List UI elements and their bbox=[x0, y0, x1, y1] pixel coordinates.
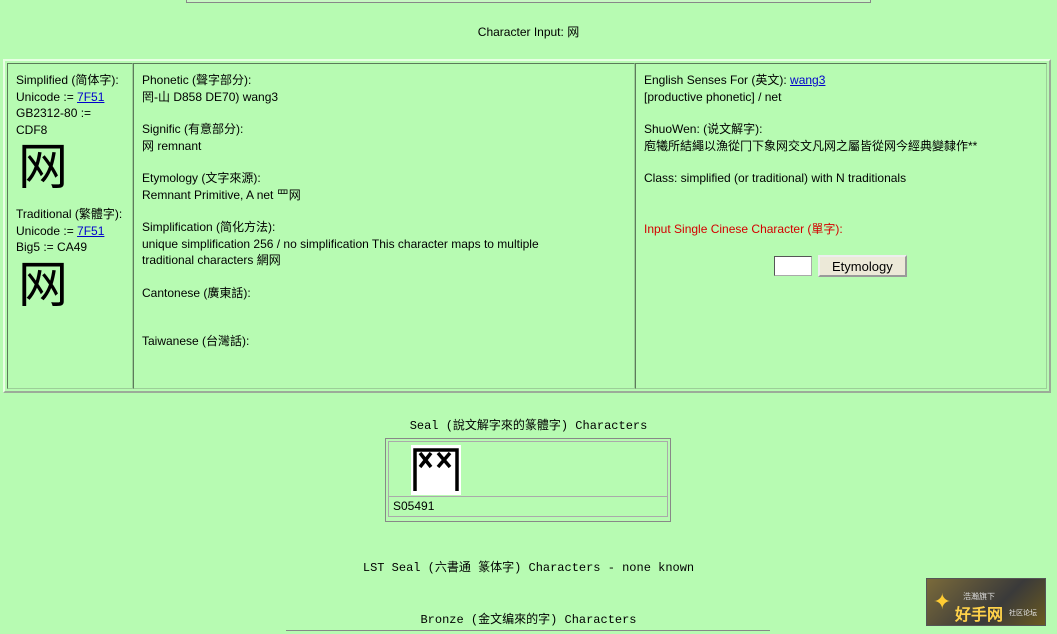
etymology-section: Etymology (文字來源): Remnant Primitive, A n… bbox=[142, 170, 626, 203]
seal-glyph-icon bbox=[413, 448, 459, 491]
character-input-label: Character Input: bbox=[477, 25, 568, 39]
seal-id: S05491 bbox=[388, 497, 668, 517]
site-watermark-logo: ✦ 浩瀚旗下 好手网 社区论坛 bbox=[926, 578, 1046, 626]
simplified-unicode-label: Unicode := bbox=[16, 89, 78, 104]
phonetic-section: Phonetic (聲字部分): 罔-山 D858 DE70) wang3 bbox=[142, 72, 626, 105]
english-pinyin-link[interactable]: wang3 bbox=[790, 73, 825, 87]
simplified-character-glyph: 网 bbox=[18, 138, 68, 196]
input-prompt: Input Single Cinese Character (單字): bbox=[644, 221, 843, 236]
simplification-value: unique simplification 256 / no simplific… bbox=[142, 236, 539, 268]
character-input-field[interactable] bbox=[774, 256, 812, 276]
bronze-table-top bbox=[286, 630, 770, 634]
taiwanese-section: Taiwanese (台灣話): bbox=[142, 333, 626, 350]
bronze-characters-title: Bronze (金文编來的字) Characters bbox=[420, 613, 637, 627]
etymology-form: Etymology bbox=[644, 255, 1038, 277]
etymology-label: Etymology (文字來源): bbox=[142, 171, 261, 185]
character-codes-cell: Simplified (简体字): Unicode := 7F51 GB2312… bbox=[7, 63, 133, 389]
signific-section: Signific (有意部分): 网 remnant bbox=[142, 121, 626, 154]
cantonese-label: Cantonese (廣東話): bbox=[142, 285, 251, 300]
shuowen-value: 庖犧所結繩以漁從冂下象网交文凡网之屬皆從网今經典變隸作** bbox=[644, 138, 978, 153]
taiwanese-label: Taiwanese (台灣話): bbox=[142, 334, 250, 348]
simplified-label: Simplified (简体字): bbox=[16, 73, 119, 87]
simplified-unicode: Unicode := 7F51 bbox=[16, 89, 124, 106]
traditional-unicode: Unicode := 7F51 bbox=[16, 223, 124, 240]
phonetic-value: 罔-山 D858 DE70) wang3 bbox=[142, 89, 279, 104]
traditional-character-glyph: 网 bbox=[18, 255, 68, 314]
top-divider bbox=[186, 0, 871, 3]
english-senses-line: English Senses For (英文): wang3 bbox=[644, 72, 1038, 89]
english-senses-cell: English Senses For (英文): wang3 [producti… bbox=[635, 63, 1047, 389]
etymology-button[interactable]: Etymology bbox=[818, 255, 907, 277]
character-input-line: Character Input: 网 bbox=[0, 23, 1057, 40]
seal-character-box: S05491 bbox=[385, 438, 671, 522]
english-senses-label: English Senses For (英文): bbox=[644, 73, 791, 87]
traditional-unicode-link[interactable]: 7F51 bbox=[77, 224, 104, 238]
etymology-value: Remnant Primitive, A net 罒网 bbox=[142, 187, 301, 202]
shuowen-label: ShuoWen: (说文解字): bbox=[644, 122, 763, 136]
character-input-value: 网 bbox=[567, 25, 580, 39]
simplification-section: Simplification (简化方法): unique simplifica… bbox=[142, 219, 626, 269]
simplification-label: Simplification (简化方法): bbox=[142, 220, 276, 234]
class-value: Class: simplified (or traditional) with … bbox=[644, 171, 907, 185]
signific-value: 网 remnant bbox=[142, 138, 202, 153]
seal-image-cell bbox=[388, 441, 668, 497]
english-senses-value: [productive phonetic] / net bbox=[644, 89, 782, 104]
signific-label: Signific (有意部分): bbox=[142, 122, 244, 136]
seal-character-image[interactable] bbox=[411, 445, 461, 495]
simplified-gb-code: GB2312-80 := CDF8 bbox=[16, 106, 92, 137]
traditional-label: Traditional (繁體字): bbox=[16, 207, 123, 221]
character-details-cell: Phonetic (聲字部分): 罔-山 D858 DE70) wang3 Si… bbox=[133, 63, 635, 389]
simplified-unicode-link[interactable]: 7F51 bbox=[77, 90, 104, 104]
traditional-unicode-label: Unicode := bbox=[16, 223, 78, 238]
watermark-tag-text: 社区论坛 bbox=[1009, 610, 1037, 617]
watermark-big-text: 好手网 bbox=[955, 607, 1004, 624]
shuowen-section: ShuoWen: (说文解字): 庖犧所結繩以漁從冂下象网交文凡网之屬皆從网今經… bbox=[644, 121, 1038, 154]
spark-icon: ✦ bbox=[933, 589, 952, 614]
character-info-table: Simplified (简体字): Unicode := 7F51 GB2312… bbox=[3, 59, 1051, 393]
english-senses-section: English Senses For (英文): wang3 [producti… bbox=[644, 72, 1038, 105]
seal-characters-title: Seal (說文解字來的篆體字) Characters bbox=[409, 419, 648, 433]
phonetic-label: Phonetic (聲字部分): bbox=[142, 73, 252, 87]
traditional-big5-code: Big5 := CA49 bbox=[16, 240, 88, 254]
lst-seal-title: LST Seal (六書通 篆体字) Characters - none kno… bbox=[362, 561, 695, 575]
class-section: Class: simplified (or traditional) with … bbox=[644, 170, 1038, 187]
cantonese-section: Cantonese (廣東話): bbox=[142, 285, 626, 302]
